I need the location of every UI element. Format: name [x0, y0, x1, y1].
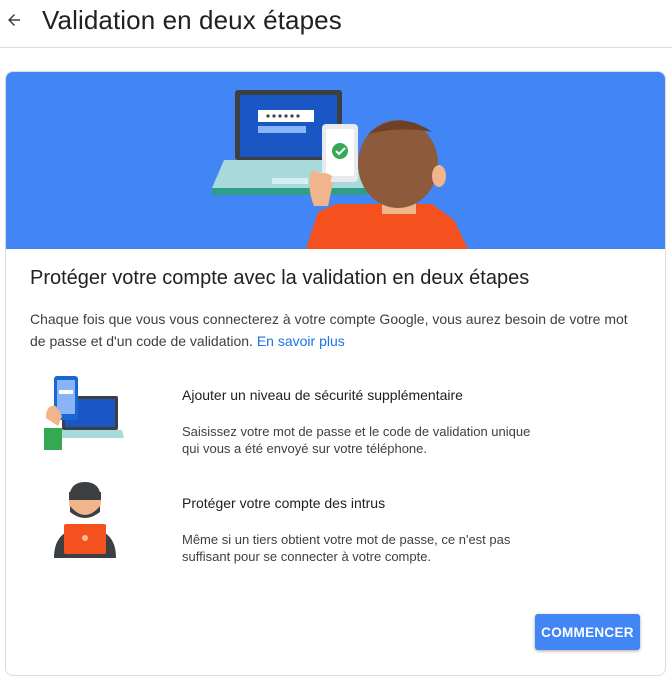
masked-intruder-illustration — [54, 482, 116, 558]
card-title: Protéger votre compte avec la validation… — [30, 267, 530, 289]
intro-text: Chaque fois que vous vous connecterez à … — [30, 308, 630, 352]
learn-more-link[interactable]: En savoir plus — [257, 333, 345, 349]
top-bar: Validation en deux étapes — [0, 0, 672, 48]
feature-security-title: Ajouter un niveau de sécurité supplément… — [182, 387, 463, 403]
feature-intruders-description: Même si un tiers obtient votre mot de pa… — [182, 532, 511, 564]
feature-security-description: Saisissez votre mot de passe et le code … — [182, 424, 531, 456]
phone-laptop-security-illustration — [44, 376, 124, 450]
banner — [6, 72, 665, 249]
laptop-phone-person-illustration — [212, 90, 468, 249]
back-button[interactable] — [2, 6, 26, 34]
page-title: Validation en deux étapes — [42, 5, 342, 35]
arrow-back-icon — [8, 14, 20, 26]
feature-intruders-title: Protéger votre compte des intrus — [182, 495, 386, 511]
start-button[interactable]: COMMENCER — [535, 614, 640, 650]
two-step-card: Protéger votre compte avec la validation… — [5, 71, 666, 676]
